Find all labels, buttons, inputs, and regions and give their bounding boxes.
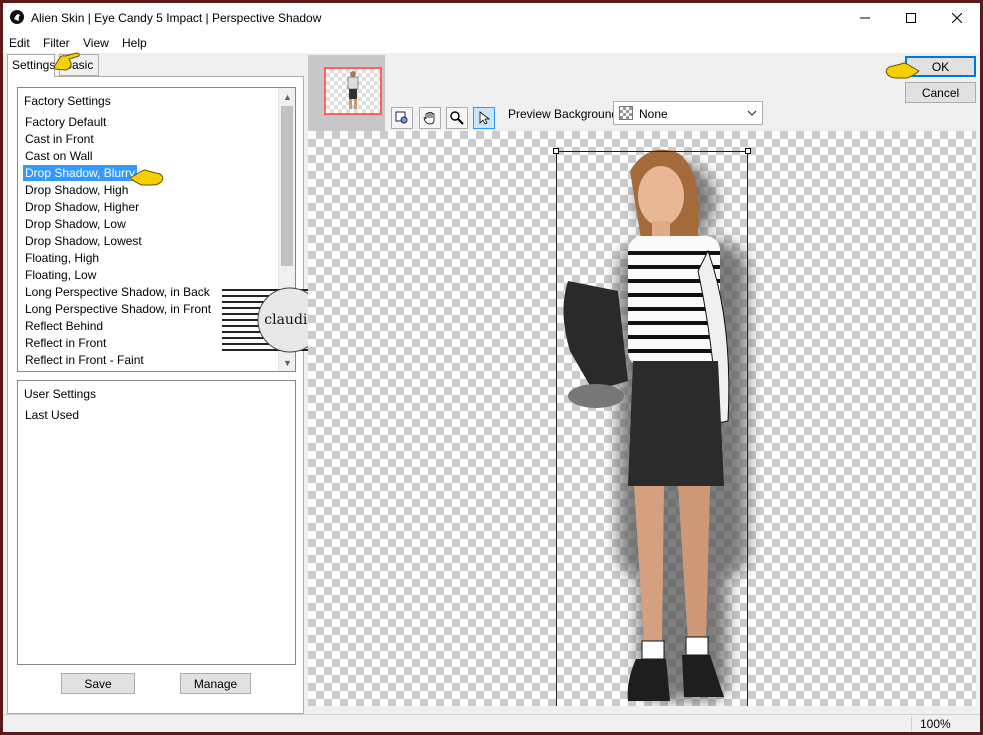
menu-view[interactable]: View (83, 36, 109, 50)
tab-settings[interactable]: Settings (7, 54, 55, 77)
status-bar: 100% (3, 714, 980, 732)
resize-handle[interactable] (553, 148, 559, 154)
settings-panel: Factory Settings Factory Default Cast in… (7, 76, 304, 714)
app-icon (10, 10, 24, 24)
maximize-button[interactable] (888, 3, 934, 33)
selection-rectangle[interactable] (556, 151, 748, 706)
list-item[interactable]: Floating, Low (23, 267, 98, 283)
preview-background-select[interactable]: None (613, 101, 763, 125)
thumbnail-image (347, 71, 359, 109)
maximize-icon (906, 13, 916, 23)
list-item[interactable]: Floating, High (23, 250, 101, 266)
list-item[interactable]: Cast in Front (23, 131, 96, 147)
navigator-thumbnail[interactable] (308, 55, 385, 131)
menu-edit[interactable]: Edit (9, 36, 30, 50)
list-item[interactable]: Drop Shadow, High (23, 182, 130, 198)
list-item[interactable]: Reflect Behind (23, 318, 105, 334)
navigator-icon (395, 111, 408, 124)
pointing-hand-icon (885, 62, 920, 79)
menu-filter[interactable]: Filter (43, 36, 70, 50)
list-item[interactable]: Last Used (23, 407, 81, 423)
user-settings-header: User Settings (24, 387, 97, 401)
list-item[interactable]: Cast on Wall (23, 148, 95, 164)
resize-handle[interactable] (745, 148, 751, 154)
factory-settings-header: Factory Settings (24, 94, 111, 108)
hand-icon (423, 112, 435, 125)
user-settings-list[interactable]: User Settings Last Used (17, 380, 296, 665)
close-button[interactable] (934, 3, 980, 33)
list-item[interactable]: Drop Shadow, Higher (23, 199, 141, 215)
list-item[interactable]: Long Perspective Shadow, in Back (23, 284, 212, 300)
pointing-hand-icon (129, 169, 164, 186)
minimize-button[interactable] (842, 3, 888, 33)
menu-bar: Edit Filter View Help (3, 33, 980, 53)
scroll-up-icon[interactable]: ▲ (279, 88, 295, 105)
arrow-icon (479, 111, 491, 125)
list-item[interactable]: Reflect in Front - Faint (23, 352, 146, 368)
cancel-button[interactable]: Cancel (905, 82, 976, 103)
save-button[interactable]: Save (61, 673, 135, 694)
thumbnail-view-frame[interactable] (324, 67, 382, 115)
preview-background-value: None (639, 107, 668, 121)
scroll-down-icon[interactable]: ▼ (279, 354, 295, 371)
chevron-down-icon (747, 110, 757, 116)
preview-canvas[interactable] (308, 131, 976, 706)
pointer-tool-button[interactable] (473, 107, 495, 129)
list-item[interactable]: Drop Shadow, Lowest (23, 233, 144, 249)
navigator-tool-button[interactable] (391, 107, 413, 129)
pointing-hand-icon (52, 52, 80, 71)
title-bar: Alien Skin | Eye Candy 5 Impact | Perspe… (3, 3, 980, 33)
preview-background-label: Preview Background: (508, 107, 622, 121)
list-item[interactable]: Reflect in Front (23, 335, 108, 351)
zoom-icon (450, 111, 464, 125)
window-title: Alien Skin | Eye Candy 5 Impact | Perspe… (31, 11, 322, 25)
transparent-swatch-icon (619, 106, 633, 120)
list-item[interactable]: Drop Shadow, Low (23, 216, 128, 232)
list-item[interactable]: Factory Default (23, 114, 108, 130)
scroll-thumb[interactable] (281, 106, 293, 266)
close-icon (952, 13, 962, 23)
manage-button[interactable]: Manage (180, 673, 251, 694)
zoom-tool-button[interactable] (446, 107, 468, 129)
minimize-icon (860, 17, 870, 19)
hand-tool-button[interactable] (419, 107, 441, 129)
list-item[interactable]: Long Perspective Shadow, in Front (23, 301, 213, 317)
app-window: Alien Skin | Eye Candy 5 Impact | Perspe… (3, 3, 980, 732)
menu-help[interactable]: Help (122, 36, 147, 50)
list-item-selected[interactable]: Drop Shadow, Blurry (23, 165, 138, 181)
zoom-level: 100% (911, 717, 980, 731)
